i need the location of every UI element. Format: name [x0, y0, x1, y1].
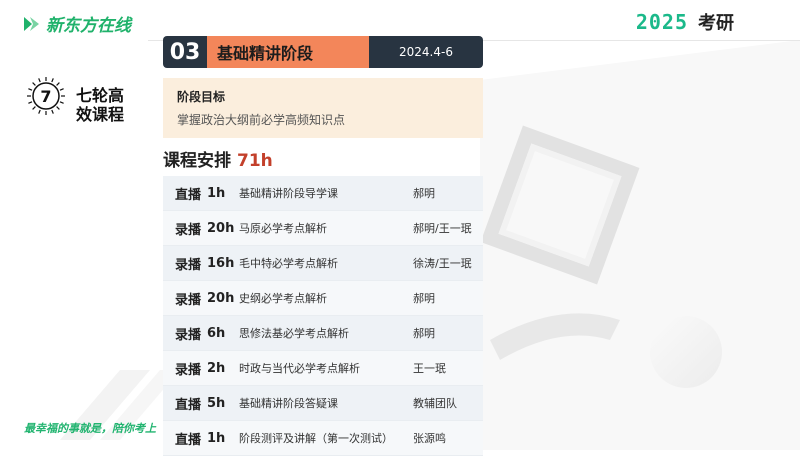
row-type: 录播	[175, 292, 202, 308]
exam-brand: 2025 考研	[636, 9, 734, 35]
table-row: 直播 1h 基础精讲阶段导学课 郝明	[163, 176, 483, 211]
stage-name: 基础精讲阶段	[207, 36, 369, 68]
stage-goal-box: 阶段目标 掌握政治大纲前必学高频知识点	[163, 78, 483, 138]
row-hours: 1h	[207, 185, 226, 201]
footer-slogan: 最幸福的事就是，陪你考上	[24, 422, 156, 435]
round-title: 七轮高效课程	[76, 86, 125, 124]
table-row: 录播 20h 史纲必学考点解析 郝明	[163, 281, 483, 316]
logo-text: 新东方在线	[46, 16, 131, 36]
logo-mark-icon	[24, 16, 39, 31]
row-course-title: 阶段测评及讲解（第一次测试）	[239, 432, 393, 445]
row-teacher: 郝明	[413, 327, 435, 340]
row-teacher: 郝明	[413, 187, 435, 200]
table-row: 录播 2h 时政与当代必学考点解析 王一珉	[163, 351, 483, 386]
row-type: 直播	[175, 187, 202, 203]
row-teacher: 王一珉	[413, 362, 446, 375]
row-teacher: 张源鸣	[413, 432, 446, 445]
stage-number: 03	[163, 36, 207, 68]
row-type: 录播	[175, 257, 202, 273]
brand-logo[interactable]: 新东方在线	[22, 11, 131, 36]
row-hours: 5h	[207, 395, 226, 411]
row-hours: 2h	[207, 360, 226, 376]
schedule-heading: 课程安排 71h	[163, 146, 273, 171]
row-course-title: 思修法基必学考点解析	[239, 327, 349, 340]
table-row: 录播 16h 毛中特必学考点解析 徐涛/王一珉	[163, 246, 483, 281]
row-course-title: 毛中特必学考点解析	[239, 257, 338, 270]
row-course-title: 马原必学考点解析	[239, 222, 327, 235]
row-teacher: 郝明/王一珉	[413, 222, 472, 235]
stage-date: 2024.4-6	[369, 36, 483, 68]
round-badge: 7	[26, 76, 66, 116]
row-course-title: 基础精讲阶段答疑课	[239, 397, 338, 410]
row-type: 录播	[175, 327, 202, 343]
row-hours: 1h	[207, 430, 226, 446]
goal-title: 阶段目标	[177, 90, 226, 104]
row-teacher: 教辅团队	[413, 397, 457, 410]
table-row: 录播 6h 思修法基必学考点解析 郝明	[163, 316, 483, 351]
row-course-title: 时政与当代必学考点解析	[239, 362, 360, 375]
row-hours: 16h	[207, 255, 235, 271]
stage-card: 03 基础精讲阶段 2024.4-6 阶段目标 掌握政治大纲前必学高频知识点 课…	[163, 36, 483, 456]
exam-title: 考研	[698, 13, 734, 34]
table-row: 直播 1h 阶段测评及讲解（第一次测试） 张源鸣	[163, 421, 483, 456]
schedule-total-hours: 71h	[237, 151, 273, 171]
schedule-table: 直播 1h 基础精讲阶段导学课 郝明 录播 20h 马原必学考点解析 郝明/王一…	[163, 176, 483, 456]
row-teacher: 郝明	[413, 292, 435, 305]
row-hours: 20h	[207, 290, 235, 306]
row-type: 录播	[175, 222, 202, 238]
row-hours: 6h	[207, 325, 226, 341]
goal-text: 掌握政治大纲前必学高频知识点	[177, 113, 346, 127]
row-course-title: 基础精讲阶段导学课	[239, 187, 338, 200]
exam-year: 2025	[635, 10, 688, 34]
row-type: 直播	[175, 397, 202, 413]
row-teacher: 徐涛/王一珉	[413, 257, 472, 270]
round-number: 7	[40, 86, 52, 106]
row-type: 录播	[175, 362, 202, 378]
row-type: 直播	[175, 432, 202, 448]
row-course-title: 史纲必学考点解析	[239, 292, 327, 305]
schedule-title: 课程安排	[163, 151, 231, 171]
row-hours: 20h	[207, 220, 235, 236]
table-row: 直播 5h 基础精讲阶段答疑课 教辅团队	[163, 386, 483, 421]
stage-header: 03 基础精讲阶段 2024.4-6	[163, 36, 483, 68]
table-row: 录播 20h 马原必学考点解析 郝明/王一珉	[163, 211, 483, 246]
